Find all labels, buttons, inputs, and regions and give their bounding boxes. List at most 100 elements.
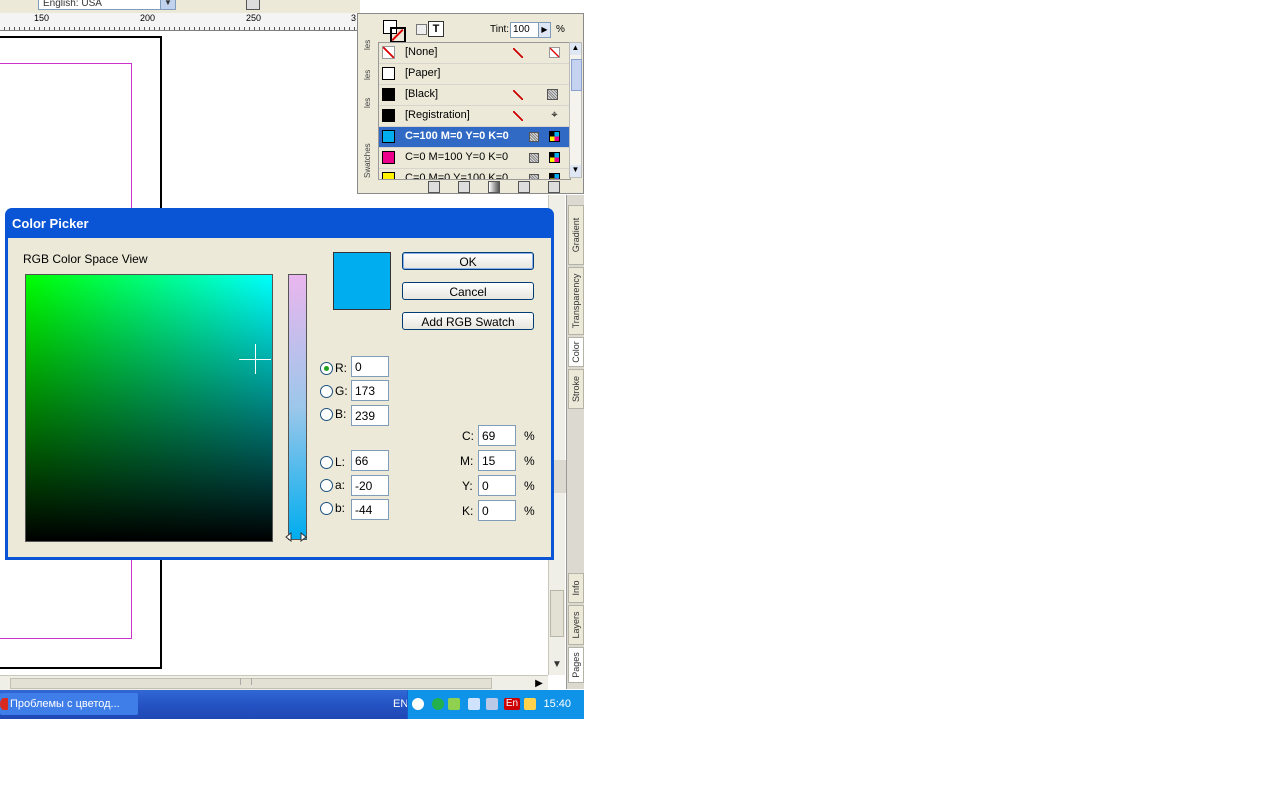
language-indicator[interactable]: EN	[393, 698, 408, 710]
swatch-row[interactable]: [Registration] ⌖	[379, 106, 570, 127]
b-radio[interactable]	[320, 408, 333, 421]
tab-pages[interactable]: Pages	[568, 647, 584, 683]
lab-b-radio[interactable]	[320, 502, 333, 515]
monitor-icon[interactable]	[486, 698, 498, 710]
scrollbar-thumb[interactable]	[550, 590, 564, 637]
show-all-swatches-icon[interactable]	[428, 181, 440, 193]
ruler-tick	[49, 27, 50, 30]
network-icon[interactable]	[432, 698, 444, 710]
scroll-right-icon[interactable]: ▶	[532, 676, 546, 691]
tab-gradient[interactable]: Gradient	[568, 205, 584, 265]
a-field[interactable]: -20	[351, 475, 389, 496]
b-field[interactable]: 239	[351, 405, 389, 426]
ruler-tick	[159, 27, 160, 30]
dialog-title: Color Picker	[12, 216, 89, 231]
swatch-list-scrollbar[interactable]: ▲ ▼	[569, 42, 582, 178]
fill-stroke-icon[interactable]	[383, 20, 406, 43]
slider-handle-icon[interactable]	[284, 532, 308, 542]
swatch-row[interactable]: [Paper]	[379, 64, 570, 85]
horizontal-scrollbar[interactable]: ▶	[0, 675, 548, 691]
g-radio[interactable]	[320, 385, 333, 398]
ok-button[interactable]: OK	[402, 252, 534, 270]
back-icon[interactable]	[412, 698, 424, 710]
tab-styles[interactable]: les	[361, 58, 377, 88]
tab-layers[interactable]: Layers	[568, 605, 584, 645]
swatch-row[interactable]: C=100 M=0 Y=0 K=0	[379, 127, 570, 148]
tab-info[interactable]: Info	[568, 573, 584, 603]
swatch-chip	[382, 151, 395, 164]
ruler-tick	[149, 27, 150, 30]
swatch-row[interactable]: [Black]	[379, 85, 570, 106]
ruler-tick	[174, 27, 175, 30]
ruler-tick	[339, 27, 340, 30]
k-unit: %	[524, 504, 535, 518]
tint-input[interactable]: 100	[510, 22, 540, 38]
color-field[interactable]	[25, 274, 273, 542]
show-color-swatches-icon[interactable]	[458, 181, 470, 193]
language-select[interactable]: English: USA ▼	[38, 0, 176, 10]
tab-swatches[interactable]: Swatches	[361, 114, 377, 180]
ruler-tick	[199, 27, 200, 30]
no-edit-icon	[513, 90, 523, 100]
tab-styles[interactable]: les	[361, 86, 377, 116]
formatting-text-icon[interactable]: T	[428, 21, 444, 37]
add-rgb-swatch-button[interactable]: Add RGB Swatch	[402, 312, 534, 330]
ruler-tick	[89, 27, 90, 30]
color-slider[interactable]	[288, 274, 307, 540]
tab-stroke[interactable]: Stroke	[568, 369, 584, 409]
scroll-up-icon[interactable]: ▲	[570, 43, 581, 55]
keyboard-layout-icon[interactable]: En	[504, 698, 520, 710]
shield-icon[interactable]	[524, 698, 536, 710]
ruler-tick	[39, 27, 40, 30]
new-swatch-icon[interactable]	[518, 181, 530, 193]
network-connection-icon[interactable]	[468, 698, 480, 710]
toolbar-icon[interactable]	[246, 0, 260, 10]
ruler-tick	[234, 27, 235, 30]
ruler-tick	[224, 27, 225, 30]
r-field[interactable]: 0	[351, 356, 389, 377]
m-field[interactable]: 15	[478, 450, 516, 471]
l-label: L:	[335, 455, 346, 469]
tray-icon[interactable]	[448, 698, 460, 710]
cmyk-mode-icon	[549, 152, 560, 163]
tab-label: Color	[571, 341, 581, 363]
color-space-label: RGB Color Space View	[23, 252, 148, 266]
ruler-tick	[314, 27, 315, 30]
ruler-tick	[54, 27, 55, 30]
chevron-down-icon[interactable]: ▼	[160, 0, 175, 9]
lab-b-field[interactable]: -44	[351, 499, 389, 520]
swatches-panel: les les les Swatches T Tint: 100 ▶ % [No…	[357, 13, 584, 194]
tab-color[interactable]: Color	[568, 337, 584, 367]
trash-icon[interactable]	[548, 181, 560, 193]
swatch-row[interactable]: [None]	[379, 43, 570, 64]
chevron-right-icon[interactable]: ▶	[538, 22, 551, 38]
ruler-tick	[194, 27, 195, 30]
tab-label: Stroke	[571, 375, 581, 403]
l-radio[interactable]	[320, 456, 333, 469]
lab-b-label: b:	[335, 501, 346, 515]
ruler-tick	[319, 27, 320, 30]
c-field[interactable]: 69	[478, 425, 516, 446]
k-field[interactable]: 0	[478, 500, 516, 521]
swatch-name: [Registration]	[405, 109, 470, 121]
show-gradient-swatches-icon[interactable]	[488, 181, 500, 193]
swatch-row[interactable]: C=0 M=100 Y=0 K=0	[379, 148, 570, 169]
scroll-down-icon[interactable]: ▼	[549, 659, 565, 673]
cancel-button[interactable]: Cancel	[402, 282, 534, 300]
y-field[interactable]: 0	[478, 475, 516, 496]
ruler-tick	[264, 27, 265, 30]
tab-transparency[interactable]: Transparency	[568, 267, 584, 335]
ruler-tick	[154, 27, 155, 30]
scrollbar-thumb[interactable]	[571, 59, 582, 91]
g-field[interactable]: 173	[351, 380, 389, 401]
l-field[interactable]: 66	[351, 450, 389, 471]
ruler-tick	[44, 27, 45, 30]
tab-styles[interactable]: les	[361, 28, 377, 58]
taskbar-item[interactable]: Проблемы с цветод...	[0, 693, 138, 715]
formatting-container-icon[interactable]	[416, 24, 427, 35]
scroll-down-icon[interactable]: ▼	[570, 165, 581, 177]
r-radio[interactable]	[320, 362, 333, 375]
a-radio[interactable]	[320, 479, 333, 492]
swatch-none-icon	[382, 46, 395, 59]
ruler-tick	[354, 27, 355, 30]
